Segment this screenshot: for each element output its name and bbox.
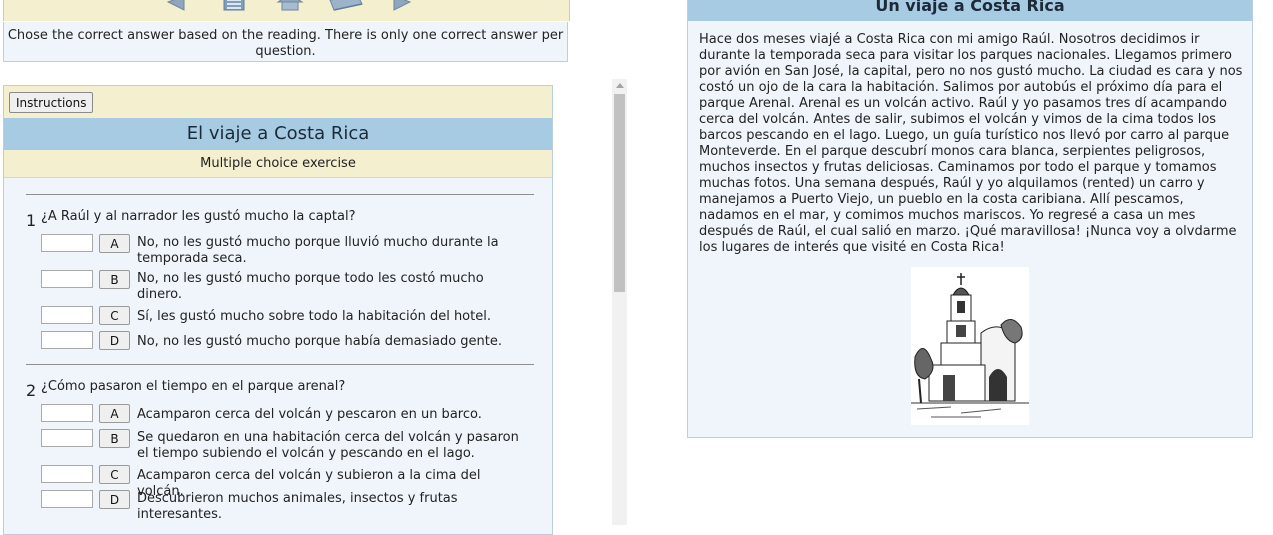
option-button-b[interactable]: B [99,429,130,448]
divider [26,194,534,195]
question-number: 2 [26,381,37,400]
scrollbar[interactable] [612,79,627,525]
question-text: ¿Cómo pasaron el tiempo en el parque are… [41,379,346,394]
answer-box[interactable] [41,429,93,447]
scrollbar-thumb[interactable] [614,94,625,292]
option-text: No, no les gustó mucho porque había dema… [137,334,503,349]
book-icon[interactable] [328,0,364,12]
answer-box[interactable] [41,306,93,324]
exercise-panel: Instructions El viaje a Costa Rica Multi… [3,85,553,535]
contents-icon[interactable] [222,0,246,12]
reading-panel: Un viaje a Costa Rica Hace dos meses via… [687,0,1253,438]
exercise-title: El viaje a Costa Rica [4,118,552,150]
reading-text: Hace dos meses viajé a Costa Rica con mi… [699,32,1243,255]
option-button-c[interactable]: C [99,306,130,325]
home-icon[interactable] [276,0,304,12]
answer-box[interactable] [41,270,93,288]
instructions-bar: Instructions [4,86,552,118]
answer-box[interactable] [41,331,93,349]
option-text: Se quedaron en una habitación cerca del … [137,430,519,461]
option-button-d[interactable]: D [99,331,130,350]
church-sketch-image [911,267,1029,425]
forward-arrow-icon[interactable] [388,0,414,12]
top-instructions: Chose the correct answer based on the re… [3,22,568,62]
exercise-subtitle: Multiple choice exercise [4,150,552,178]
option-text: No, no les gustó mucho porque lluvió muc… [137,235,499,266]
reading-title: Un viaje a Costa Rica [688,0,1252,21]
answer-box[interactable] [41,490,93,508]
option-button-c[interactable]: C [99,465,130,484]
option-button-d[interactable]: D [99,490,130,509]
navigation-bar [3,0,570,21]
scroll-up-arrow-icon[interactable] [616,83,624,88]
answer-box[interactable] [41,404,93,422]
option-text: Sí, les gustó mucho sobre todo la habita… [137,309,491,324]
answer-box[interactable] [41,465,93,483]
option-button-a[interactable]: A [99,404,130,423]
option-text: Acamparon cerca del volcán y pescaron en… [137,407,482,422]
answer-box[interactable] [41,234,93,252]
option-text: No, no les gustó mucho porque todo les c… [137,271,484,302]
instructions-button[interactable]: Instructions [9,92,94,113]
question-number: 1 [26,211,37,230]
question-text: ¿A Raúl y al narrador les gustó mucho la… [41,209,356,224]
back-arrow-icon[interactable] [164,0,190,12]
option-button-b[interactable]: B [99,270,130,289]
divider [26,364,534,365]
option-text: Descubrieron muchos animales, insectos y… [137,491,458,522]
option-button-a[interactable]: A [99,234,130,253]
